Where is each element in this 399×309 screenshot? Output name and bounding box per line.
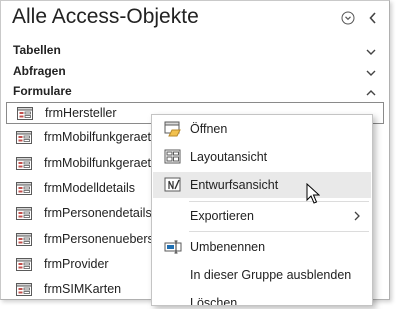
form-name: frmPersonenuebersi bbox=[44, 232, 157, 246]
form-name: frmModelldetails bbox=[44, 181, 136, 195]
chevron-up-icon[interactable] bbox=[365, 86, 377, 98]
chevron-down-icon[interactable] bbox=[365, 66, 377, 78]
menu-item-label: Löschen bbox=[190, 296, 238, 306]
form-icon bbox=[16, 207, 32, 220]
menu-separator bbox=[189, 231, 369, 232]
form-icon bbox=[16, 157, 32, 170]
form-icon bbox=[16, 283, 32, 296]
menu-item-label: In dieser Gruppe ausblenden bbox=[190, 268, 352, 282]
group-abfragen[interactable]: Abfragen bbox=[13, 64, 66, 78]
menu-item-oeffnen[interactable]: Öffnen bbox=[153, 116, 371, 142]
form-name: frmProvider bbox=[44, 257, 109, 271]
chevron-right-icon bbox=[353, 210, 361, 222]
menu-separator bbox=[189, 201, 369, 202]
menu-item-umbenennen[interactable]: Umbenennen bbox=[153, 234, 371, 260]
menu-item-layoutansicht[interactable]: Layoutansicht bbox=[153, 144, 371, 170]
form-icon bbox=[16, 233, 32, 246]
menu-item-label: Exportieren bbox=[190, 209, 254, 223]
form-icon bbox=[16, 258, 32, 271]
pane-title: Alle Access-Objekte bbox=[12, 5, 199, 28]
menu-item-label: Öffnen bbox=[190, 122, 228, 136]
form-name: frmHersteller bbox=[45, 106, 117, 120]
menu-item-label: Layoutansicht bbox=[190, 150, 268, 164]
form-name: frmMobilfunkgeraet bbox=[44, 156, 151, 170]
menu-item-label: Umbenennen bbox=[190, 240, 266, 254]
rename-icon bbox=[164, 239, 182, 255]
group-formulare[interactable]: Formulare bbox=[13, 84, 72, 98]
menu-item-label: Entwurfsansicht bbox=[190, 178, 279, 192]
menu-item-loeschen[interactable]: Löschen bbox=[153, 290, 371, 306]
collapse-pane-icon[interactable] bbox=[365, 10, 381, 26]
form-icon bbox=[17, 107, 33, 120]
context-menu: Öffnen Layoutansicht Entwurfsansicht Exp… bbox=[151, 114, 373, 306]
dropdown-circle-icon[interactable] bbox=[340, 10, 356, 26]
form-name: frmSIMKarten bbox=[44, 282, 122, 296]
form-icon bbox=[16, 131, 32, 144]
form-name: frmPersonendetails bbox=[44, 206, 152, 220]
form-name: frmMobilfunkgeraet bbox=[44, 130, 151, 144]
menu-item-exportieren[interactable]: Exportieren bbox=[153, 203, 371, 229]
menu-item-ausblenden[interactable]: In dieser Gruppe ausblenden bbox=[153, 262, 371, 288]
menu-item-entwurfsansicht[interactable]: Entwurfsansicht bbox=[153, 172, 371, 198]
form-icon bbox=[16, 182, 32, 195]
layout-view-icon bbox=[164, 149, 182, 165]
chevron-down-icon[interactable] bbox=[365, 45, 377, 57]
group-tabellen[interactable]: Tabellen bbox=[13, 43, 61, 57]
mouse-pointer-icon bbox=[306, 182, 321, 205]
design-view-icon bbox=[164, 177, 182, 193]
open-form-icon bbox=[164, 121, 182, 137]
